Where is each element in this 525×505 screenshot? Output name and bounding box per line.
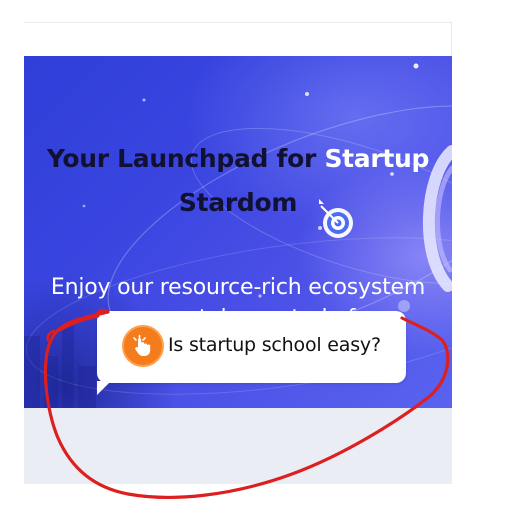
hero-headline: Your Launchpad for Startup Stardom: [24, 137, 452, 225]
headline-accent: Startup: [324, 143, 430, 173]
chat-bubble-message: Is startup school easy?: [168, 334, 381, 356]
page: Your Launchpad for Startup Stardom Enjoy…: [0, 0, 525, 505]
chat-bubble-tail: [97, 381, 111, 395]
headline-part-1: Your Launchpad for: [46, 143, 325, 173]
section-below: [24, 408, 452, 484]
hand-pointer-icon: [122, 325, 164, 367]
headline-part-2: Stardom: [178, 187, 298, 217]
